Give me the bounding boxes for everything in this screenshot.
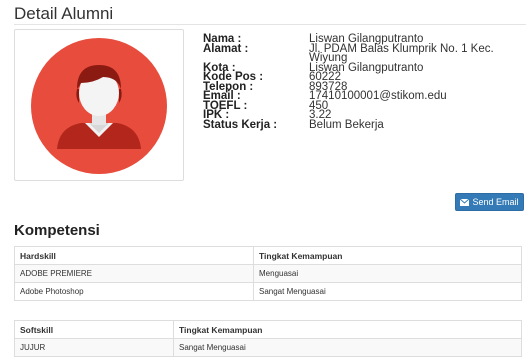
page-title: Detail Alumni (14, 4, 114, 23)
table-row: Adobe Photoshop Sangat Menguasai (14, 282, 522, 301)
skill-cell: ADOBE PREMIERE (14, 264, 254, 283)
level-cell: Menguasai (253, 264, 522, 283)
send-email-button[interactable]: Send Email (455, 193, 524, 211)
table-row: JUJUR Sangat Menguasai (14, 338, 522, 357)
competence-title: Kompetensi (14, 222, 100, 239)
detail-value: 450 (309, 99, 329, 112)
detail-label: Alamat : (203, 42, 249, 55)
hardskill-table: Hardskill Tingkat Kemampuan ADOBE PREMIE… (14, 246, 522, 301)
skill-cell: JUJUR (14, 338, 174, 357)
detail-value: Jl. PDAM Balas Klumprik No. 1 Kec. Wiyun… (309, 42, 494, 64)
user-avatar-icon (31, 38, 167, 174)
column-header-level: Tingkat Kemampuan (173, 320, 522, 339)
column-header-softskill: Softskill (14, 320, 174, 339)
detail-value: 17410100001@stikom.edu (309, 90, 447, 102)
table-header-row: Hardskill Tingkat Kemampuan (14, 246, 522, 265)
level-cell: Sangat Menguasai (253, 282, 522, 301)
send-email-label: Send Email (472, 197, 519, 207)
envelope-icon (460, 198, 470, 206)
table-header-row: Softskill Tingkat Kemampuan (14, 320, 522, 339)
title-divider (14, 24, 526, 25)
detail-label: Status Kerja : (203, 118, 278, 131)
profile-photo (14, 29, 184, 181)
skill-cell: Adobe Photoshop (14, 282, 254, 301)
softskill-table: Softskill Tingkat Kemampuan JUJUR Sangat… (14, 320, 522, 357)
level-cell: Sangat Menguasai (173, 338, 522, 357)
column-header-hardskill: Hardskill (14, 246, 254, 265)
column-header-level: Tingkat Kemampuan (253, 246, 522, 265)
table-row: ADOBE PREMIERE Menguasai (14, 264, 522, 283)
detail-value: Belum Bekerja (309, 118, 384, 131)
